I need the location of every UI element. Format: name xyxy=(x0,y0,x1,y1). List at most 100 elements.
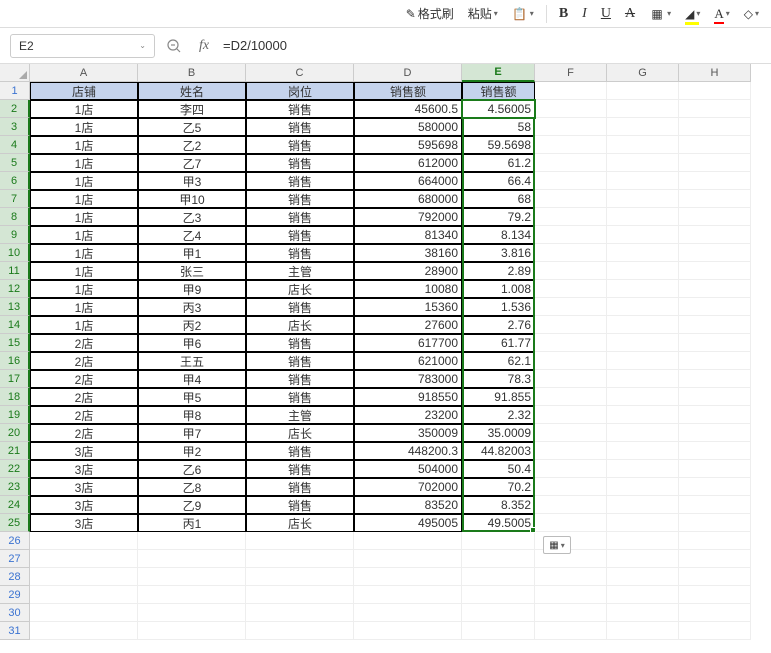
cell-A7[interactable]: 1店 xyxy=(30,190,138,208)
cell-D27[interactable] xyxy=(354,550,462,568)
cell-A22[interactable]: 3店 xyxy=(30,460,138,478)
font-color-button[interactable]: A▾ xyxy=(708,3,735,25)
cell-H6[interactable] xyxy=(679,172,751,190)
cell-C25[interactable]: 店长 xyxy=(246,514,354,532)
cell-C11[interactable]: 主管 xyxy=(246,262,354,280)
cell-A1[interactable]: 店铺 xyxy=(30,82,138,100)
row-header-19[interactable]: 19 xyxy=(0,406,30,424)
col-header-A[interactable]: A xyxy=(30,64,138,82)
name-box[interactable]: E2 ⌄ xyxy=(10,34,155,58)
cell-G5[interactable] xyxy=(607,154,679,172)
cell-C24[interactable]: 销售 xyxy=(246,496,354,514)
cell-E28[interactable] xyxy=(462,568,535,586)
row-header-5[interactable]: 5 xyxy=(0,154,30,172)
cell-H30[interactable] xyxy=(679,604,751,622)
cell-B18[interactable]: 甲5 xyxy=(138,388,246,406)
cell-D25[interactable]: 495005 xyxy=(354,514,462,532)
cell-C10[interactable]: 销售 xyxy=(246,244,354,262)
cell-H22[interactable] xyxy=(679,460,751,478)
cell-H14[interactable] xyxy=(679,316,751,334)
fx-button[interactable]: fx xyxy=(193,35,215,57)
cell-C12[interactable]: 店长 xyxy=(246,280,354,298)
cell-E25[interactable]: 49.5005 xyxy=(462,514,535,532)
cell-F29[interactable] xyxy=(535,586,607,604)
cell-A23[interactable]: 3店 xyxy=(30,478,138,496)
cell-G2[interactable] xyxy=(607,100,679,118)
cell-D5[interactable]: 612000 xyxy=(354,154,462,172)
row-header-26[interactable]: 26 xyxy=(0,532,30,550)
cell-D8[interactable]: 792000 xyxy=(354,208,462,226)
cell-C2[interactable]: 销售 xyxy=(246,100,354,118)
cell-G30[interactable] xyxy=(607,604,679,622)
cell-D12[interactable]: 10080 xyxy=(354,280,462,298)
cell-A12[interactable]: 1店 xyxy=(30,280,138,298)
cell-F4[interactable] xyxy=(535,136,607,154)
cell-G13[interactable] xyxy=(607,298,679,316)
cell-G12[interactable] xyxy=(607,280,679,298)
cell-G23[interactable] xyxy=(607,478,679,496)
cell-E26[interactable] xyxy=(462,532,535,550)
cell-F3[interactable] xyxy=(535,118,607,136)
cell-D24[interactable]: 83520 xyxy=(354,496,462,514)
cell-G25[interactable] xyxy=(607,514,679,532)
cell-G19[interactable] xyxy=(607,406,679,424)
paste-options-button[interactable]: ▦▾ xyxy=(543,536,571,554)
cell-E22[interactable]: 50.4 xyxy=(462,460,535,478)
row-header-14[interactable]: 14 xyxy=(0,316,30,334)
cell-E17[interactable]: 78.3 xyxy=(462,370,535,388)
cell-B21[interactable]: 甲2 xyxy=(138,442,246,460)
cell-F24[interactable] xyxy=(535,496,607,514)
cell-B26[interactable] xyxy=(138,532,246,550)
cell-F13[interactable] xyxy=(535,298,607,316)
cell-E27[interactable] xyxy=(462,550,535,568)
cell-B13[interactable]: 丙3 xyxy=(138,298,246,316)
cell-B2[interactable]: 李四 xyxy=(138,100,246,118)
row-header-7[interactable]: 7 xyxy=(0,190,30,208)
cell-B28[interactable] xyxy=(138,568,246,586)
zoom-out-button[interactable] xyxy=(163,35,185,57)
cell-F9[interactable] xyxy=(535,226,607,244)
cell-A16[interactable]: 2店 xyxy=(30,352,138,370)
row-header-3[interactable]: 3 xyxy=(0,118,30,136)
cell-A25[interactable]: 3店 xyxy=(30,514,138,532)
cell-G9[interactable] xyxy=(607,226,679,244)
cell-H4[interactable] xyxy=(679,136,751,154)
cell-A30[interactable] xyxy=(30,604,138,622)
format-brush-button[interactable]: ✎格式刷 xyxy=(400,2,460,25)
col-header-H[interactable]: H xyxy=(679,64,751,82)
cell-C13[interactable]: 销售 xyxy=(246,298,354,316)
cell-E4[interactable]: 59.5698 xyxy=(462,136,535,154)
cell-D20[interactable]: 350009 xyxy=(354,424,462,442)
cell-H24[interactable] xyxy=(679,496,751,514)
cell-C4[interactable]: 销售 xyxy=(246,136,354,154)
cell-G26[interactable] xyxy=(607,532,679,550)
cell-H23[interactable] xyxy=(679,478,751,496)
cell-E3[interactable]: 58 xyxy=(462,118,535,136)
row-header-13[interactable]: 13 xyxy=(0,298,30,316)
cell-C29[interactable] xyxy=(246,586,354,604)
row-header-8[interactable]: 8 xyxy=(0,208,30,226)
formula-input[interactable]: =D2/10000 xyxy=(223,38,761,53)
row-header-12[interactable]: 12 xyxy=(0,280,30,298)
cell-D6[interactable]: 664000 xyxy=(354,172,462,190)
cell-D29[interactable] xyxy=(354,586,462,604)
cell-B22[interactable]: 乙6 xyxy=(138,460,246,478)
cell-H2[interactable] xyxy=(679,100,751,118)
cell-B24[interactable]: 乙9 xyxy=(138,496,246,514)
cell-A19[interactable]: 2店 xyxy=(30,406,138,424)
cell-H31[interactable] xyxy=(679,622,751,640)
cell-E11[interactable]: 2.89 xyxy=(462,262,535,280)
cell-C31[interactable] xyxy=(246,622,354,640)
cell-C18[interactable]: 销售 xyxy=(246,388,354,406)
cell-G1[interactable] xyxy=(607,82,679,100)
clear-button[interactable]: ◇▾ xyxy=(738,4,765,24)
cell-A26[interactable] xyxy=(30,532,138,550)
cell-C30[interactable] xyxy=(246,604,354,622)
row-header-9[interactable]: 9 xyxy=(0,226,30,244)
cell-B31[interactable] xyxy=(138,622,246,640)
cell-A20[interactable]: 2店 xyxy=(30,424,138,442)
cell-B9[interactable]: 乙4 xyxy=(138,226,246,244)
cell-H8[interactable] xyxy=(679,208,751,226)
cell-C22[interactable]: 销售 xyxy=(246,460,354,478)
cell-A2[interactable]: 1店 xyxy=(30,100,138,118)
